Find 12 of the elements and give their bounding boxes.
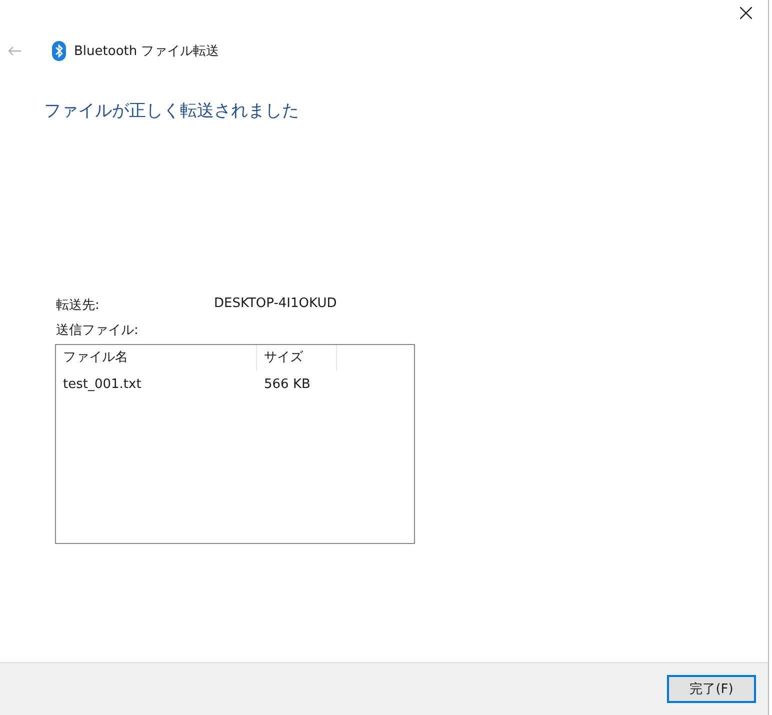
finish-button[interactable]: 完了(F)	[667, 675, 756, 703]
table-cell-text: 566 KB	[263, 376, 312, 392]
files-label: 送信ファイル:	[55, 322, 140, 339]
dialog-heading: ファイルが正しく転送されました	[44, 100, 300, 122]
bluetooth-icon	[52, 41, 66, 61]
detail-label: 転送先:	[56, 297, 100, 314]
column-header[interactable]: サイズ	[257, 345, 337, 371]
close-icon[interactable]	[740, 7, 752, 19]
detail-value: DESKTOP-4I1OKUD	[214, 296, 337, 313]
column-header[interactable]: ファイル名	[56, 345, 257, 371]
table-cell-text: test_001.txt	[62, 376, 142, 392]
window-title: Bluetooth ファイル転送	[74, 43, 220, 60]
